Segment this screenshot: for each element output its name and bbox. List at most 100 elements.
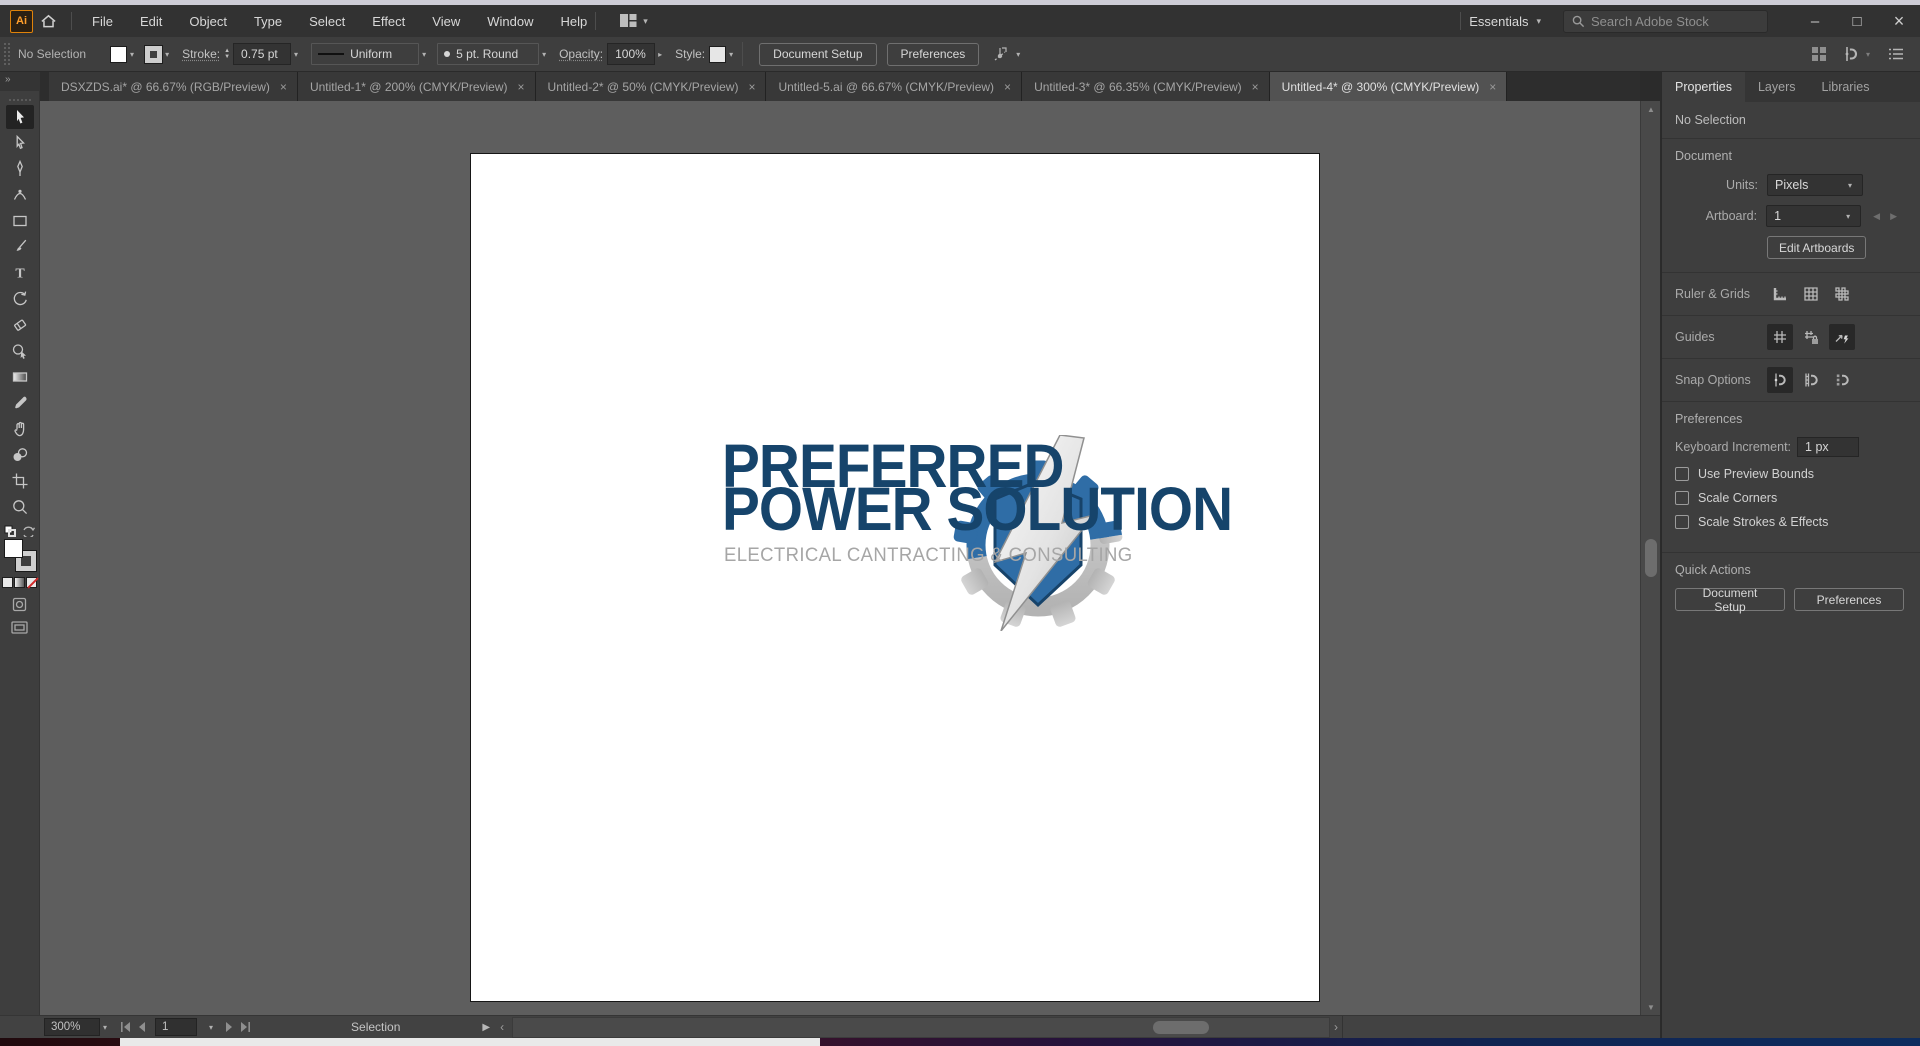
units-dropdown[interactable]: Pixels ▾ (1767, 174, 1863, 196)
document-tab[interactable]: Untitled-3* @ 66.35% (CMYK/Preview) × (1022, 72, 1270, 101)
curvature-tool[interactable] (6, 183, 34, 207)
scroll-right-icon[interactable]: › (1330, 1020, 1342, 1034)
rectangle-tool[interactable] (6, 209, 34, 233)
eraser-tool[interactable] (6, 313, 34, 337)
document-tab[interactable]: DSXZDS.ai* @ 66.67% (RGB/Preview) × (49, 72, 298, 101)
smart-guides-button[interactable] (1829, 324, 1855, 350)
pen-tool[interactable] (6, 157, 34, 181)
menu-select[interactable]: Select (309, 14, 345, 29)
menu-edit[interactable]: Edit (140, 14, 162, 29)
chevron-down-icon[interactable]: ▾ (103, 1023, 107, 1032)
workspace-switcher[interactable]: Essentials ▾ (1469, 14, 1541, 29)
document-tab[interactable]: Untitled-2* @ 50% (CMYK/Preview) × (535, 72, 767, 101)
document-tab[interactable]: Untitled-5.ai @ 66.67% (CMYK/Preview) × (766, 72, 1023, 101)
scroll-down-icon[interactable]: ▼ (1641, 999, 1661, 1015)
use-preview-bounds-option[interactable]: Use Preview Bounds (1675, 467, 1907, 481)
pin-icon[interactable] (991, 45, 1009, 63)
menu-effect[interactable]: Effect (372, 14, 405, 29)
horizontal-scrollbar-thumb[interactable] (1153, 1020, 1210, 1034)
variable-width-profile-dropdown[interactable]: Uniform (311, 43, 420, 65)
show-guides-button[interactable] (1767, 324, 1793, 350)
show-grid-button[interactable] (1798, 281, 1824, 307)
type-tool[interactable]: T (6, 261, 34, 285)
previous-artboard-icon[interactable] (138, 1022, 146, 1032)
chevron-right-icon[interactable]: ▸ (655, 50, 665, 59)
stroke-color-swatch[interactable] (144, 44, 164, 64)
menu-window[interactable]: Window (487, 14, 533, 29)
menu-help[interactable]: Help (560, 14, 587, 29)
gradient-tool[interactable] (6, 365, 34, 389)
close-icon[interactable]: × (1252, 80, 1259, 94)
snap-to-grid-button[interactable] (1798, 367, 1824, 393)
chevron-down-icon[interactable]: ▾ (127, 50, 137, 59)
home-icon[interactable] (33, 5, 63, 37)
minimize-button[interactable]: – (1794, 5, 1836, 37)
lock-guides-button[interactable] (1798, 324, 1824, 350)
illustrator-app-icon[interactable]: Ai (10, 9, 33, 33)
brush-definition-dropdown[interactable]: 5 pt. Round (437, 43, 540, 65)
snap-options-icon[interactable] (1842, 45, 1860, 63)
last-artboard-icon[interactable] (240, 1022, 251, 1032)
scale-corners-option[interactable]: Scale Corners (1675, 491, 1907, 505)
menu-list-icon[interactable] (1888, 47, 1904, 61)
chevron-down-icon[interactable]: ▾ (726, 50, 736, 59)
menu-view[interactable]: View (432, 14, 460, 29)
menu-type[interactable]: Type (254, 14, 282, 29)
menu-file[interactable]: File (92, 14, 113, 29)
gradient-button[interactable] (14, 577, 25, 588)
screen-mode-icon[interactable] (11, 621, 28, 634)
document-tab-active[interactable]: Untitled-4* @ 300% (CMYK/Preview) × (1269, 72, 1508, 101)
style-swatch[interactable] (709, 45, 727, 63)
shape-builder-tool[interactable] (6, 339, 34, 363)
next-artboard-icon[interactable] (225, 1022, 233, 1032)
zoom-tool[interactable] (6, 495, 34, 519)
first-artboard-icon[interactable] (120, 1022, 131, 1032)
checkbox-unchecked-icon[interactable] (1675, 491, 1689, 505)
vertical-scrollbar-thumb[interactable] (1645, 539, 1657, 577)
selection-tool[interactable] (5, 105, 34, 129)
chevron-down-icon[interactable]: ▾ (209, 1023, 213, 1032)
close-icon[interactable]: × (1489, 80, 1496, 94)
zoom-level-field[interactable]: 300% (44, 1018, 100, 1036)
snap-to-point-button[interactable] (1767, 367, 1793, 393)
quick-document-setup-button[interactable]: Document Setup (1675, 586, 1785, 614)
chevron-down-icon[interactable]: ▾ (539, 50, 549, 59)
quick-preferences-button[interactable]: Preferences (1794, 588, 1904, 611)
stroke-label[interactable]: Stroke: (182, 47, 220, 61)
arrange-documents-button[interactable]: ▾ (620, 14, 648, 28)
rotate-tool[interactable] (6, 287, 34, 311)
close-icon[interactable]: × (518, 80, 525, 94)
opacity-label[interactable]: Opacity: (559, 47, 603, 61)
scroll-up-icon[interactable]: ▲ (1641, 101, 1661, 117)
artboard-tool[interactable] (6, 469, 34, 493)
canvas[interactable]: PREFERRED POWER SOLUTION ELECTRICAL CANT… (40, 101, 1640, 1015)
artboard-prev-next-icons[interactable]: ◀▶ (1873, 211, 1907, 222)
checkbox-unchecked-icon[interactable] (1675, 515, 1689, 529)
checkbox-unchecked-icon[interactable] (1675, 467, 1689, 481)
chevron-down-icon[interactable]: ▾ (419, 50, 429, 59)
tab-properties[interactable]: Properties (1662, 72, 1745, 102)
transparency-grid-button[interactable] (1829, 281, 1855, 307)
arrange-icon[interactable] (1811, 46, 1827, 62)
color-button[interactable] (2, 577, 13, 588)
document-tab[interactable]: Untitled-1* @ 200% (CMYK/Preview) × (297, 72, 536, 101)
artboard-number-field[interactable]: 1 (155, 1018, 198, 1036)
preferences-button[interactable]: Preferences (886, 42, 980, 66)
scroll-left-icon[interactable]: ‹ (496, 1020, 508, 1034)
close-icon[interactable]: × (280, 80, 287, 94)
fill-color-swatch[interactable] (110, 45, 128, 63)
swap-fill-stroke-icon[interactable] (22, 525, 35, 537)
stroke-weight-field[interactable]: 0.75 pt (233, 43, 292, 65)
eyedropper-tool[interactable] (6, 391, 34, 415)
tab-libraries[interactable]: Libraries (1809, 72, 1883, 102)
direct-selection-tool[interactable] (6, 131, 34, 155)
close-icon[interactable]: × (1004, 80, 1011, 94)
tab-layers[interactable]: Layers (1745, 72, 1809, 102)
none-button[interactable] (26, 577, 37, 588)
show-rulers-button[interactable] (1767, 281, 1793, 307)
document-setup-button[interactable]: Document Setup (759, 42, 877, 66)
paintbrush-tool[interactable] (6, 235, 34, 259)
chevron-down-icon[interactable]: ▾ (291, 50, 301, 59)
keyboard-increment-field[interactable]: 1 px (1797, 437, 1860, 457)
close-button[interactable]: × (1878, 5, 1920, 37)
